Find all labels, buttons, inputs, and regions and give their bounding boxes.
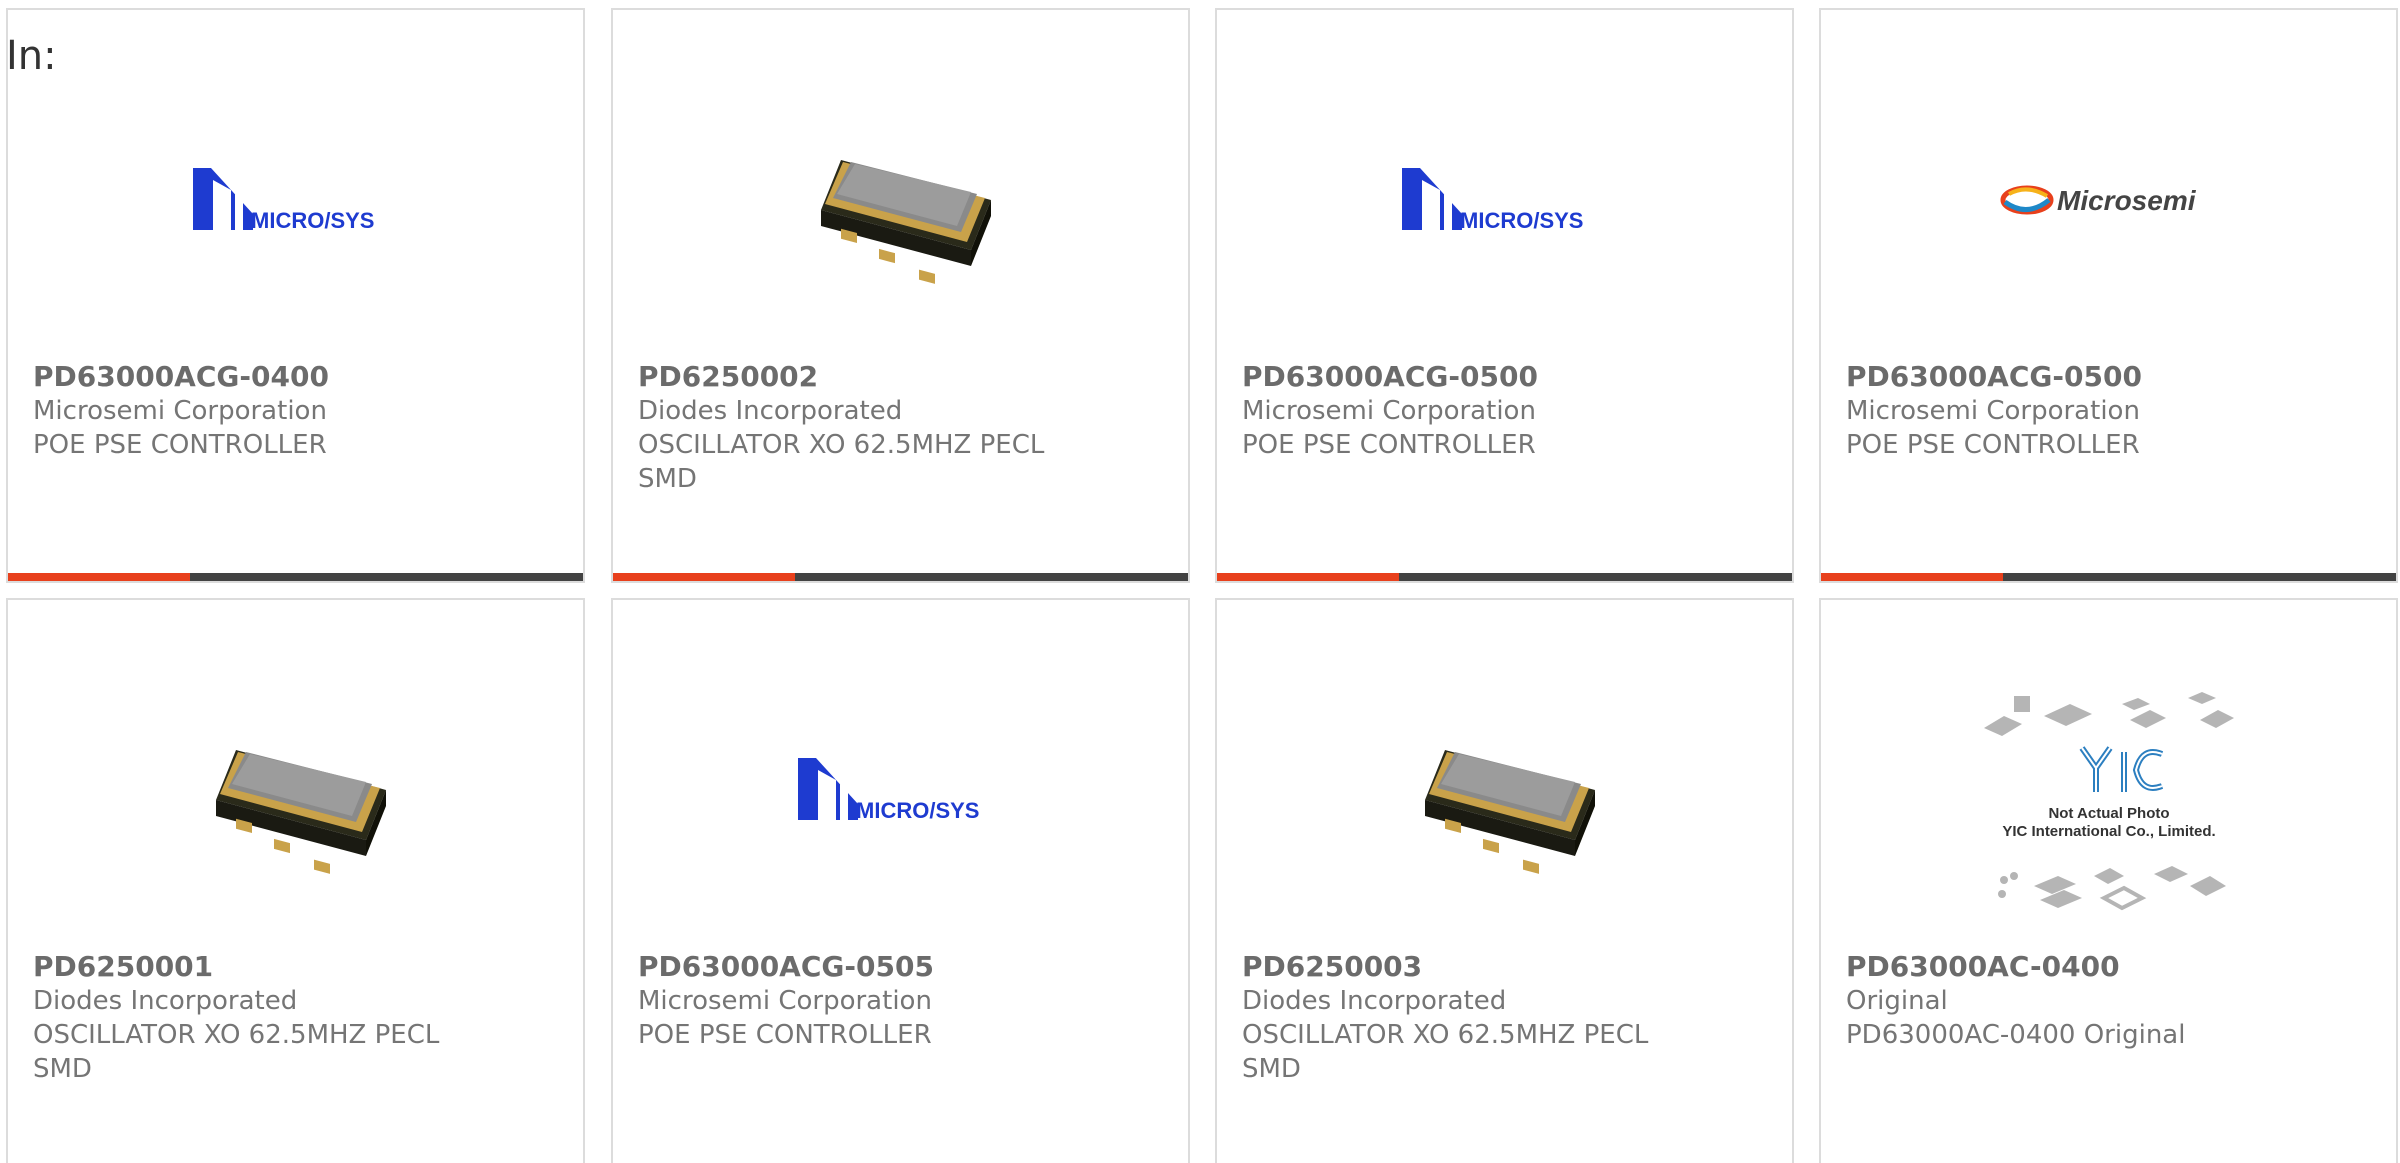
part-number[interactable]: PD63000ACG-0505 <box>638 950 1078 984</box>
product-image: MICRO/SYS <box>1217 70 1792 330</box>
product-image <box>8 660 583 920</box>
part-number[interactable]: PD6250002 <box>638 360 1078 394</box>
product-card[interactable]: MICRO/SYS PD63000ACG-0400 Microsemi Corp… <box>6 8 585 583</box>
description: POE PSE CONTROLLER <box>1846 430 2140 460</box>
product-info: PD6250002 Diodes Incorporated OSCILLATOR… <box>638 360 1078 496</box>
manufacturer: Microsemi Corporation <box>1242 396 1536 426</box>
manufacturer: Diodes Incorporated <box>1242 986 1507 1016</box>
product-info: PD63000ACG-0400 Microsemi Corporation PO… <box>33 360 473 462</box>
product-info: PD6250003 Diodes Incorporated OSCILLATOR… <box>1242 950 1682 1086</box>
part-number[interactable]: PD63000AC-0400 <box>1846 950 2286 984</box>
product-card[interactable]: PD6250001 Diodes Incorporated OSCILLATOR… <box>6 598 585 1163</box>
yic-placeholder-image: Not Actual Photo YIC International Co., … <box>1983 692 2234 911</box>
manufacturer: Microsemi Corporation <box>33 396 327 426</box>
svg-text:MICRO/SYS: MICRO/SYS <box>251 208 374 233</box>
part-number[interactable]: PD63000ACG-0500 <box>1242 360 1682 394</box>
manufacturer: Diodes Incorporated <box>638 396 903 426</box>
product-image <box>613 70 1188 330</box>
oscillator-chip-image <box>215 750 386 874</box>
microsemi-logo: Microsemi <box>2000 185 2197 216</box>
svg-text:MICRO/SYS: MICRO/SYS <box>1460 208 1583 233</box>
description: OSCILLATOR XO 62.5MHZ PECL SMD <box>1242 1020 1649 1084</box>
product-info: PD63000ACG-0500 Microsemi Corporation PO… <box>1846 360 2286 462</box>
product-image: MICRO/SYS <box>8 70 583 330</box>
svg-text:Microsemi: Microsemi <box>2057 185 2197 216</box>
card-footer-bar <box>1217 573 1792 581</box>
manufacturer: Microsemi Corporation <box>638 986 932 1016</box>
product-info: PD63000ACG-0500 Microsemi Corporation PO… <box>1242 360 1682 462</box>
product-image: Not Actual Photo YIC International Co., … <box>1821 680 2396 940</box>
card-footer-bar <box>8 573 583 581</box>
product-info: PD6250001 Diodes Incorporated OSCILLATOR… <box>33 950 473 1086</box>
microsys-logo: MICRO/SYS <box>192 168 374 233</box>
product-card[interactable]: PD6250003 Diodes Incorporated OSCILLATOR… <box>1215 598 1794 1163</box>
product-card[interactable]: PD6250002 Diodes Incorporated OSCILLATOR… <box>611 8 1190 583</box>
oscillator-chip-image <box>1424 750 1595 874</box>
manufacturer: Original <box>1846 986 1948 1016</box>
description: POE PSE CONTROLLER <box>1242 430 1536 460</box>
results-heading: In: <box>6 33 57 79</box>
part-number[interactable]: PD6250001 <box>33 950 473 984</box>
description: PD63000AC-0400 Original <box>1846 1020 2186 1050</box>
svg-text:Not Actual Photo: Not Actual Photo <box>2048 805 2169 822</box>
card-footer-bar <box>1821 573 2396 581</box>
product-info: PD63000AC-0400 Original PD63000AC-0400 O… <box>1846 950 2286 1052</box>
description: POE PSE CONTROLLER <box>33 430 327 460</box>
manufacturer: Microsemi Corporation <box>1846 396 2140 426</box>
product-image: Microsemi <box>1821 70 2396 330</box>
description: OSCILLATOR XO 62.5MHZ PECL SMD <box>33 1020 440 1084</box>
product-card[interactable]: Microsemi PD63000ACG-0500 Microsemi Corp… <box>1819 8 2398 583</box>
part-number[interactable]: PD6250003 <box>1242 950 1682 984</box>
product-image: MICRO/SYS <box>613 660 1188 920</box>
product-card[interactable]: MICRO/SYS PD63000ACG-0500 Microsemi Corp… <box>1215 8 1794 583</box>
part-number[interactable]: PD63000ACG-0400 <box>33 360 473 394</box>
manufacturer: Diodes Incorporated <box>33 986 298 1016</box>
oscillator-chip-image <box>820 160 991 284</box>
product-card[interactable]: MICRO/SYS PD63000ACG-0505 Microsemi Corp… <box>611 598 1190 1163</box>
svg-text:MICRO/SYS: MICRO/SYS <box>856 798 979 823</box>
product-info: PD63000ACG-0505 Microsemi Corporation PO… <box>638 950 1078 1052</box>
svg-text:YIC International Co., Limited: YIC International Co., Limited. <box>2002 823 2215 840</box>
microsys-logo: MICRO/SYS <box>797 758 979 823</box>
product-card[interactable]: Not Actual Photo YIC International Co., … <box>1819 598 2398 1163</box>
microsys-logo: MICRO/SYS <box>1401 168 1583 233</box>
part-number[interactable]: PD63000ACG-0500 <box>1846 360 2286 394</box>
product-image <box>1217 660 1792 920</box>
description: OSCILLATOR XO 62.5MHZ PECL SMD <box>638 430 1045 494</box>
card-footer-bar <box>613 573 1188 581</box>
description: POE PSE CONTROLLER <box>638 1020 932 1050</box>
